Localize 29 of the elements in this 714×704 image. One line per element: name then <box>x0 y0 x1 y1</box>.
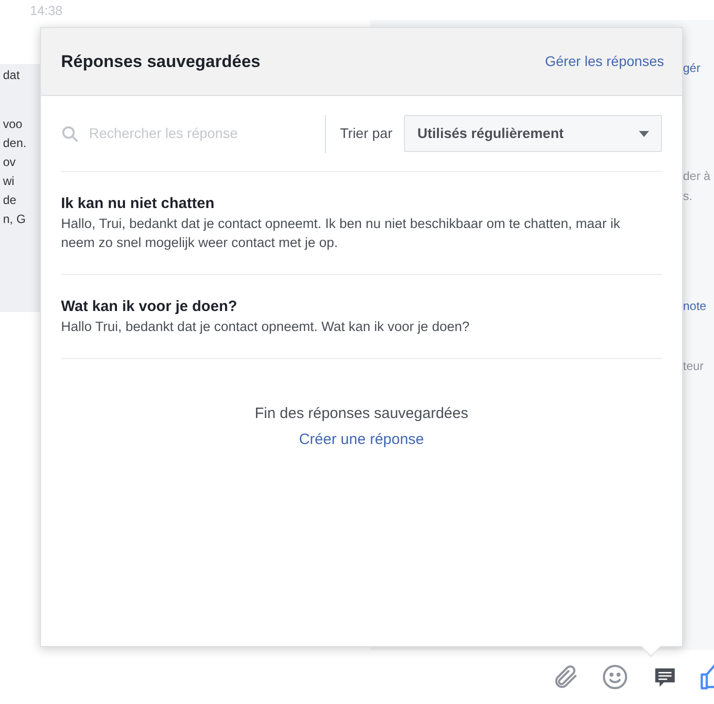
message-text: wi <box>2 173 16 189</box>
caret-icon <box>639 130 649 136</box>
reply-text: Hallo, Trui, bedankt dat je contact opneemt. Ik ben nu niet beschikbaar om te chatten, maar ik neem zo snel mogelijk weer contact met je op. <box>61 215 622 252</box>
saved-reply-item[interactable]: Ik kan nu niet chatten Hallo, Trui, bedankt dat je contact opneemt. Ik ben nu niet beschikbaar om te chatten, maar ik neem zo snel mogelijk weer contact met je op. <box>61 172 662 275</box>
popup-title: Réponses sauvegardées <box>61 50 260 73</box>
side-text: teur <box>683 358 705 374</box>
sort-label: Trier par <box>340 124 392 143</box>
message-text: ov <box>2 154 17 170</box>
search-field[interactable]: Rechercher les réponse <box>89 123 309 144</box>
search-icon <box>61 124 79 142</box>
saved-reply-item[interactable]: Wat kan ik voor je doen? Hallo Trui, bedankt dat je contact opneemt. Wat kan ik voor je doen? <box>61 275 662 359</box>
end-message: Fin des réponses sauvegardées <box>254 404 468 424</box>
timestamp: 14:38 <box>30 2 64 20</box>
reply-title: Wat kan ik voor je doen? <box>61 297 238 317</box>
side-link[interactable]: note <box>683 298 714 314</box>
sort-dropdown[interactable]: Utilisés régulièrement <box>404 115 662 152</box>
message-text: den. <box>2 135 28 151</box>
message-text: voo <box>2 116 24 132</box>
side-link[interactable]: gér <box>683 60 714 76</box>
message-text: dat <box>2 67 21 83</box>
message-text: n, G <box>2 211 27 227</box>
create-reply-link[interactable]: Créer une réponse <box>298 429 424 451</box>
reply-title: Ik kan nu niet chatten <box>61 194 216 214</box>
reply-text: Hallo Trui, bedankt dat je contact opneemt. Wat kan ik voor je doen? <box>61 318 470 336</box>
message-text: de <box>2 192 18 208</box>
side-text: s. <box>683 188 694 204</box>
side-text: der à <box>683 168 712 184</box>
manage-replies-link[interactable]: Gérer les réponses <box>544 51 664 72</box>
smiley-icon <box>601 663 629 691</box>
